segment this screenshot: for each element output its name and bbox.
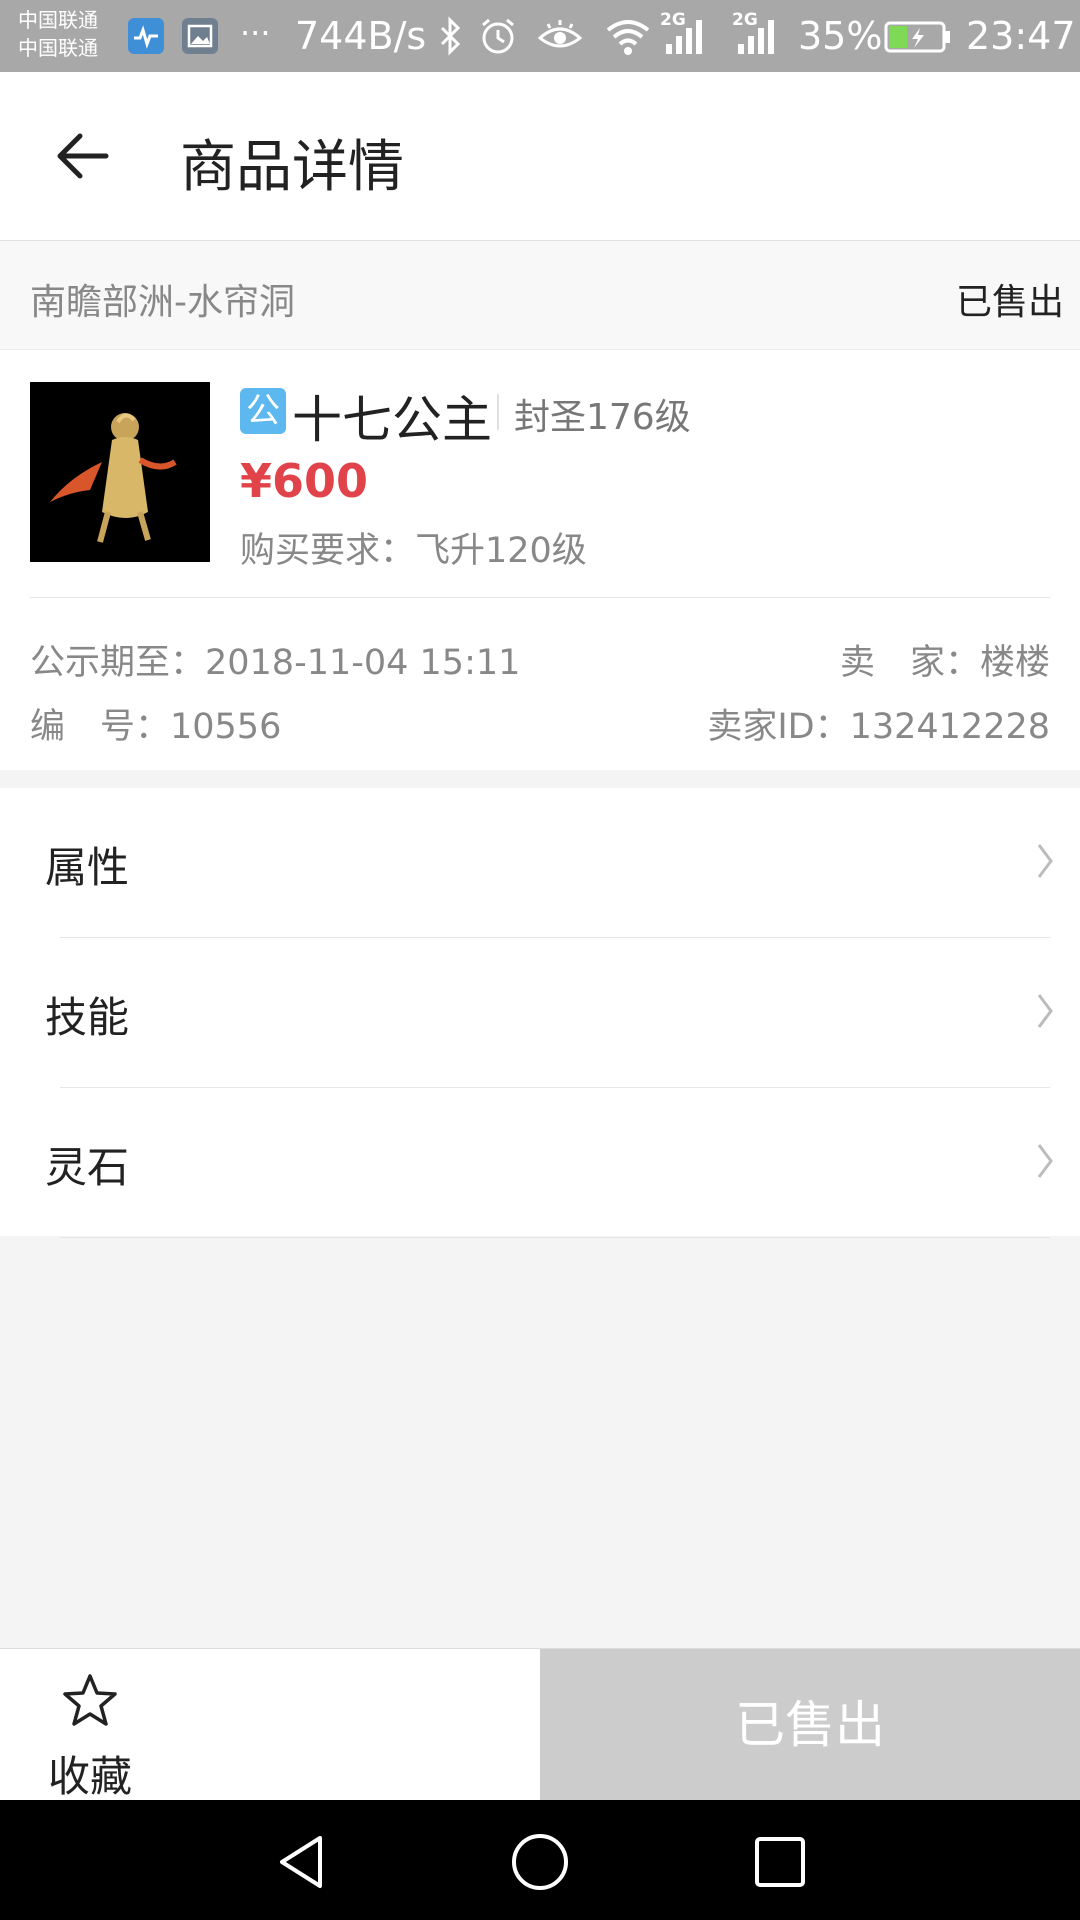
- product-card: 公 十七公主 封圣176级 ¥600 购买要求：飞升120级 公示期至：2018…: [0, 350, 1080, 770]
- carrier-1: 中国联通: [18, 8, 98, 32]
- back-button[interactable]: [52, 124, 116, 188]
- carrier-2: 中国联通: [18, 36, 98, 60]
- net-speed: 744B/s: [295, 14, 427, 58]
- public-period: 公示期至：2018-11-04 15:11: [30, 643, 521, 683]
- app-header: 商品详情: [0, 72, 1080, 241]
- wifi-icon: [604, 16, 652, 60]
- section-label: 技能: [45, 993, 130, 1042]
- bottom-action-bar: 收藏 已售出: [0, 1648, 1080, 1801]
- character-name: 十七公主: [292, 391, 492, 449]
- carrier-labels: 中国联通 中国联通: [18, 6, 98, 62]
- sold-out-button[interactable]: 已售出: [540, 1649, 1080, 1801]
- gallery-app-icon: [182, 18, 218, 54]
- arrow-left-icon: [57, 133, 109, 179]
- page-title: 商品详情: [180, 135, 404, 200]
- clock: 23:47: [966, 14, 1076, 58]
- health-app-icon: [128, 18, 164, 54]
- section-row-skills[interactable]: 技能: [0, 938, 1080, 1088]
- divider: [60, 1237, 1050, 1238]
- seller-name: 卖 家：楼楼: [839, 643, 1050, 683]
- battery-percent: 35%: [798, 14, 883, 58]
- section-row-spirit-stones[interactable]: 灵石: [0, 1088, 1080, 1238]
- signal-icon-2: [736, 16, 780, 60]
- serial-number: 编 号：10556: [30, 707, 282, 747]
- character-level: 封圣176级: [514, 397, 691, 438]
- section-row-attributes[interactable]: 属性: [0, 788, 1080, 938]
- price: ¥600: [240, 454, 369, 508]
- chevron-right-icon: [1037, 1144, 1053, 1178]
- overflow-dots: ···: [240, 14, 271, 52]
- character-thumbnail[interactable]: [30, 382, 210, 562]
- seller-id: 卖家ID：132412228: [707, 707, 1050, 747]
- system-nav-bar: [0, 1800, 1080, 1920]
- purchase-requirement: 购买要求：飞升120级: [240, 531, 587, 571]
- eye-icon: [536, 16, 584, 60]
- back-triangle-icon[interactable]: [270, 1830, 334, 1894]
- star-icon: [63, 1674, 117, 1726]
- battery-icon: [884, 20, 952, 58]
- favorite-label: 收藏: [48, 1752, 133, 1801]
- recents-square-icon[interactable]: [748, 1830, 812, 1894]
- chevron-right-icon: [1037, 844, 1053, 878]
- chevron-right-icon: [1037, 994, 1053, 1028]
- bluetooth-icon: [436, 16, 464, 60]
- signal-icon: [664, 16, 708, 60]
- alarm-icon: [478, 16, 518, 60]
- divider: [497, 394, 499, 430]
- section-label: 灵石: [45, 1143, 130, 1192]
- home-circle-icon[interactable]: [508, 1830, 572, 1894]
- status-bar: 中国联通 中国联通 ··· 744B/s 2G 2G 35% 23:47: [0, 0, 1080, 72]
- favorite-button[interactable]: 收藏: [0, 1649, 540, 1801]
- region-row: 南瞻部洲-水帘洞 已售出: [0, 241, 1080, 350]
- section-label: 属性: [45, 843, 130, 892]
- detail-sections: 属性 技能 灵石: [0, 788, 1080, 1238]
- region-name: 南瞻部洲-水帘洞: [30, 282, 295, 323]
- public-badge: 公: [240, 388, 286, 434]
- sale-status: 已售出: [955, 282, 1064, 323]
- divider: [30, 597, 1050, 598]
